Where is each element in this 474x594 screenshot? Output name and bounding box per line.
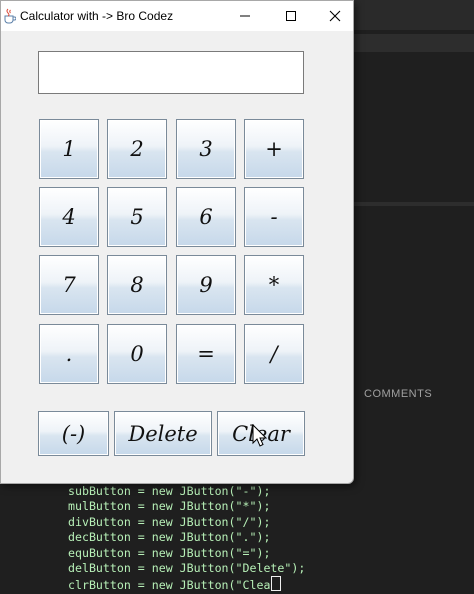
editor-top-strip [354, 0, 474, 30]
button-nine[interactable]: 9 [176, 255, 236, 315]
minimize-button[interactable] [223, 1, 267, 31]
display-field[interactable] [38, 51, 304, 94]
minimize-icon [240, 15, 250, 17]
button-decimal[interactable]: . [39, 324, 99, 384]
maximize-icon [286, 11, 296, 21]
button-add[interactable]: + [244, 119, 304, 179]
code-line: equButton = new JButton("="); [68, 545, 271, 560]
button-six[interactable]: 6 [176, 187, 236, 247]
text-cursor [271, 576, 282, 592]
button-five[interactable]: 5 [107, 187, 167, 247]
editor-band [354, 34, 474, 52]
button-one[interactable]: 1 [39, 119, 99, 179]
close-icon [329, 10, 341, 22]
button-two[interactable]: 2 [107, 119, 167, 179]
window-title: Calculator with -> Bro Codez [20, 9, 174, 23]
button-eight[interactable]: 8 [107, 255, 167, 315]
code-line: subButton = new JButton("-"); [68, 484, 271, 498]
editor-divider [354, 202, 474, 206]
negative-button[interactable]: (-) [38, 411, 109, 456]
close-button[interactable] [313, 1, 357, 31]
code-editor[interactable]: subButton = new JButton("-"); mulButton … [68, 484, 305, 594]
delete-button[interactable]: Delete [114, 411, 212, 456]
button-divide[interactable]: / [244, 324, 304, 384]
button-zero[interactable]: 0 [107, 324, 167, 384]
code-line: decButton = new JButton("."); [68, 530, 271, 545]
java-cup-icon [4, 8, 16, 24]
button-equals[interactable]: = [176, 324, 236, 384]
button-seven[interactable]: 7 [39, 255, 99, 315]
maximize-button[interactable] [269, 1, 313, 31]
button-subtract[interactable]: - [244, 187, 304, 247]
code-line: mulButton = new JButton("*"); [68, 499, 271, 514]
button-three[interactable]: 3 [176, 119, 236, 179]
code-line: clrButton = new JButton("Clea [68, 578, 271, 593]
mouse-pointer-icon [252, 424, 268, 447]
code-line: divButton = new JButton("/"); [68, 514, 271, 529]
code-line: delButton = new JButton("Delete"); [68, 561, 306, 576]
calculator-window: Calculator with -> Bro Codez 1 2 3 + 4 5… [0, 0, 354, 484]
button-four[interactable]: 4 [39, 187, 99, 247]
button-multiply[interactable]: * [244, 255, 304, 315]
title-bar[interactable]: Calculator with -> Bro Codez [1, 1, 353, 31]
comments-panel-label[interactable]: COMMENTS [364, 388, 432, 400]
